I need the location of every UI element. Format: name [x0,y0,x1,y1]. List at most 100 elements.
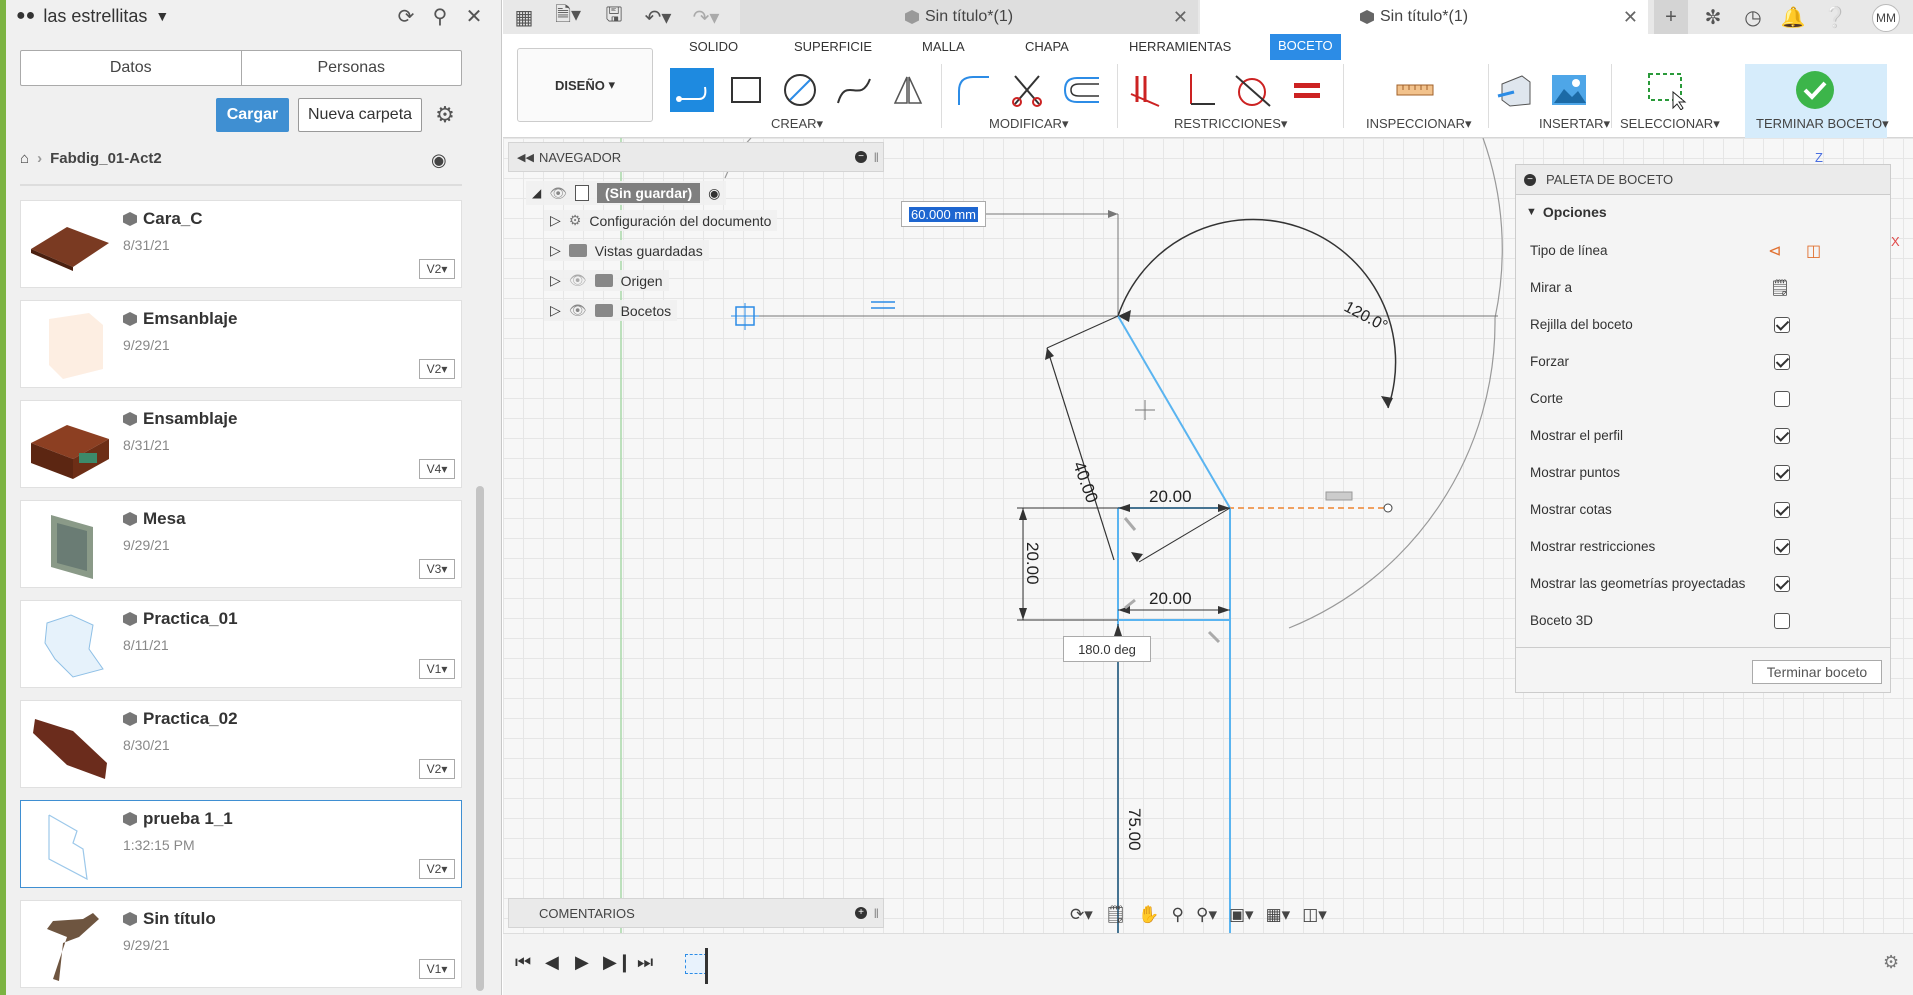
timeline-marker[interactable] [705,948,708,984]
avatar[interactable]: MM [1872,4,1900,32]
panel-grip-icon[interactable]: ‖ [874,150,879,165]
tangent-constraint-icon[interactable] [1231,68,1275,112]
file-item-selected[interactable]: prueba 1_1 1:32:15 PM V2 ▾ [20,800,462,888]
sketch-grid-checkbox[interactable] [1774,316,1790,333]
plus-circle-icon[interactable]: + [855,907,867,919]
circle-tool-icon[interactable] [778,68,822,112]
dimension-label[interactable]: 40.00 [1069,459,1101,505]
palette-section[interactable]: ▼ Opciones [1516,195,1890,229]
rectangle-tool-icon[interactable] [724,68,768,112]
save-icon[interactable]: 🖫 [597,0,631,34]
close-tab-icon[interactable]: ✕ [1623,7,1638,28]
show-projected-geometries-checkbox[interactable] [1774,575,1790,592]
finish-sketch-button[interactable]: Terminar boceto [1752,660,1882,684]
centerline-icon[interactable]: ◫ [1806,241,1821,261]
first-step-icon[interactable]: ⏮ [515,952,531,973]
dimension-input[interactable]: 60.000 mm [901,201,986,227]
version-dropdown[interactable]: V2 ▾ [419,859,455,879]
offset-tool-icon[interactable] [1059,68,1103,112]
look-at-icon[interactable]: 🗒 [1770,278,1790,298]
version-dropdown[interactable]: V2 ▾ [419,759,455,779]
browser-item[interactable]: ▷ 👁 Origen [544,270,669,291]
look-at-icon[interactable]: 🗒 [1105,905,1127,925]
new-tab-icon[interactable]: + [1654,0,1688,34]
horizontal-constraint-icon[interactable] [871,301,895,309]
line-tool-icon[interactable] [670,68,714,112]
mirror-tool-icon[interactable] [886,68,930,112]
perpendicular-constraint-icon[interactable] [1177,68,1221,112]
show-profile-checkbox[interactable] [1774,427,1790,444]
eye-hidden-icon[interactable]: 👁 [569,272,587,289]
minus-circle-icon[interactable]: − [855,151,867,163]
group-seleccionar[interactable]: SELECCIONAR▾ [1620,116,1720,132]
close-tab-icon[interactable]: ✕ [1173,7,1188,28]
zoom-icon[interactable]: ⚲ [1172,905,1184,925]
dimension-label[interactable]: 20.00 [1149,487,1192,506]
file-item[interactable]: Practica_01 8/11/21 V1 ▾ [20,600,462,688]
gear-icon[interactable]: ⚙ [432,102,458,128]
refresh-icon[interactable]: ⟳ [389,0,423,32]
equal-constraint-icon[interactable] [1285,68,1329,112]
file-item[interactable]: Emsanblaje 9/29/21 V2 ▾ [20,300,462,388]
fit-icon[interactable]: ⚲▾ [1196,905,1217,925]
panel-grip-icon[interactable]: ‖ [874,906,879,921]
tab-personas[interactable]: Personas [242,51,462,85]
browser-item[interactable]: ▷ ⚙ Configuración del documento [544,210,778,231]
file-item[interactable]: Ensamblaje 8/31/21 V4 ▾ [20,400,462,488]
finish-sketch-check-icon[interactable] [1793,68,1837,112]
group-modificar[interactable]: MODIFICAR▾ [989,116,1068,132]
extensions-icon[interactable]: ✼ [1698,0,1728,34]
select-window-icon[interactable] [1645,68,1689,112]
search-icon[interactable]: ⚲ [423,0,457,32]
insert-derive-icon[interactable] [1493,68,1537,112]
tab-boceto[interactable]: BOCETO [1270,34,1341,60]
tab-datos[interactable]: Datos [21,51,242,85]
sketch-3d-checkbox[interactable] [1774,612,1790,629]
expand-triangle-icon[interactable]: ▷ [550,242,561,259]
project-name[interactable]: las estrellitas [43,6,147,27]
new-folder-button[interactable]: Nueva carpeta [298,98,422,132]
undo-icon[interactable]: ↶▾ [635,0,681,34]
tab-malla[interactable]: MALLA [922,39,965,54]
angle-input-box[interactable]: 180.0 deg [1063,636,1151,662]
help-icon[interactable]: ❔ [1820,0,1850,34]
version-dropdown[interactable]: V4 ▾ [419,459,455,479]
expand-triangle-icon[interactable]: ▷ [550,302,561,319]
minus-circle-icon[interactable]: − [1524,173,1536,186]
tab-superficie[interactable]: SUPERFICIE [794,39,872,54]
team-icon[interactable]: ●● [16,7,35,25]
tab-document-active[interactable]: Sin título*(1) ✕ [1200,0,1648,34]
close-icon[interactable]: ✕ [457,0,491,32]
dimension-label[interactable]: 20.00 [1149,589,1192,608]
group-terminar-boceto[interactable]: TERMINAR BOCETO▾ [1756,116,1889,132]
browser-root[interactable]: ◢ 👁 (Sin guardar) ◉ [526,181,727,205]
collapse-icon[interactable]: ◀◀ [517,151,534,164]
browser-item[interactable]: ▷ Vistas guardadas [544,240,709,261]
dimension-label[interactable]: 75.00 [1125,808,1144,851]
fillet-tool-icon[interactable] [951,68,995,112]
grid-settings-icon[interactable]: ▦▾ [1266,905,1291,925]
expand-triangle-icon[interactable]: ▷ [550,212,561,229]
redo-icon[interactable]: ↷▾ [683,0,729,34]
file-item[interactable]: Mesa 9/29/21 V3 ▾ [20,500,462,588]
load-button[interactable]: Cargar [216,98,289,132]
version-dropdown[interactable]: V2 ▾ [419,359,455,379]
chevron-down-icon[interactable]: ▼ [155,8,169,24]
tab-herramientas[interactable]: HERRAMIENTAS [1129,39,1231,54]
version-dropdown[interactable]: V2 ▾ [419,259,455,279]
construction-line-icon[interactable]: ⊲ [1768,241,1781,261]
snap-checkbox[interactable] [1774,353,1790,370]
group-restricciones[interactable]: RESTRICCIONES▾ [1174,116,1287,132]
tab-document-inactive[interactable]: Sin título*(1) ✕ [740,0,1198,34]
timeline-sketch-icon[interactable] [685,954,707,974]
coincident-constraint-icon[interactable] [1123,68,1167,112]
workspace-dropdown[interactable]: DISEÑO ▾ [517,48,653,122]
apps-grid-icon[interactable]: ▦ [507,0,541,34]
play-icon[interactable]: ▶ [575,952,589,973]
next-step-icon[interactable]: ▶❙ [603,952,632,973]
display-settings-icon[interactable]: ▣▾ [1229,905,1254,925]
trim-tool-icon[interactable] [1005,68,1049,112]
group-crear[interactable]: CREAR▾ [771,116,823,132]
dimension-label[interactable]: 20.00 [1023,542,1042,585]
expand-icon[interactable]: ◢ [532,186,541,200]
